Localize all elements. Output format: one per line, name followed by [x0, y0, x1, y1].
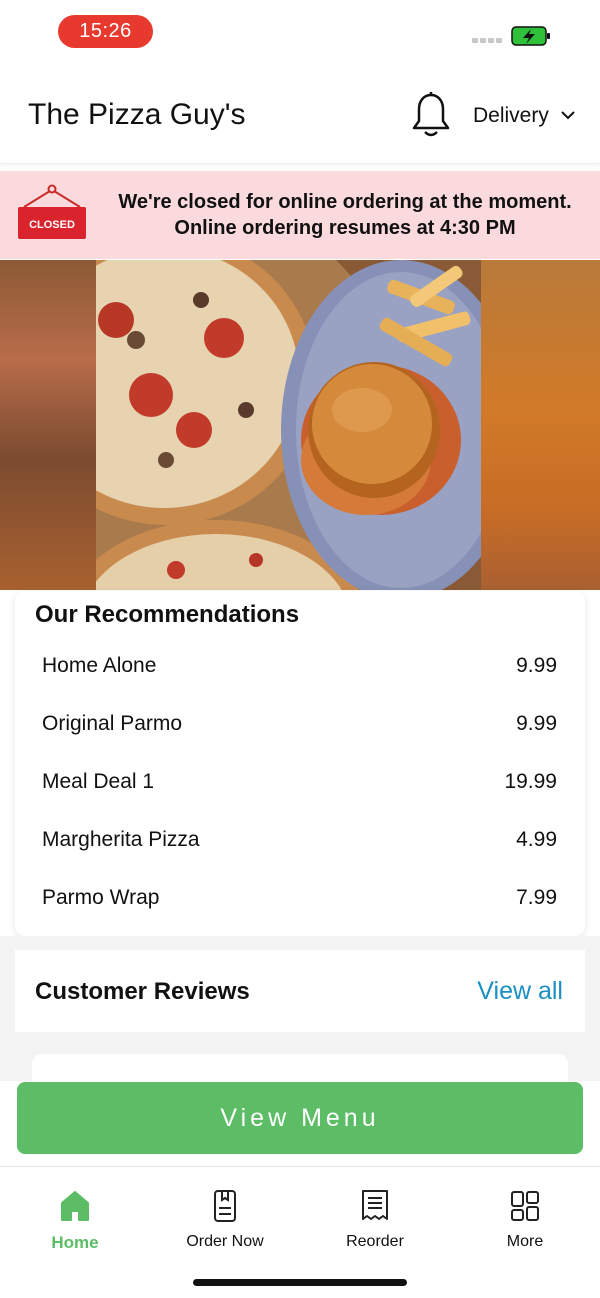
status-bar: 15:26 — [0, 0, 600, 64]
reviews-title: Customer Reviews — [35, 978, 250, 1005]
item-price: 9.99 — [516, 654, 557, 677]
recommendation-item[interactable]: Home Alone 9.99 — [42, 646, 557, 686]
item-name: Margherita Pizza — [42, 828, 200, 851]
recommendation-item[interactable]: Margherita Pizza 4.99 — [42, 820, 557, 860]
nav-item-order-now[interactable]: Order Now — [150, 1189, 300, 1259]
nav-label-home: Home — [51, 1233, 99, 1252]
signal-icon — [472, 38, 502, 44]
nav-label-more: More — [506, 1233, 544, 1250]
status-time: 15:26 — [58, 15, 153, 48]
recommendation-item[interactable]: Parmo Wrap 7.99 — [42, 878, 557, 918]
home-indicator[interactable] — [193, 1279, 407, 1286]
customer-reviews-header: Customer Reviews View all — [15, 950, 585, 1032]
recommendation-item[interactable]: Meal Deal 1 19.99 — [42, 762, 557, 802]
item-price: 4.99 — [516, 828, 557, 851]
nav-label-order-now: Order Now — [186, 1233, 264, 1250]
receipt-icon — [362, 1190, 388, 1220]
item-name: Parmo Wrap — [42, 886, 160, 909]
recommendation-item[interactable]: Original Parmo 9.99 — [42, 704, 557, 744]
hero-food-image — [0, 260, 600, 590]
grid-icon — [511, 1191, 539, 1221]
item-name: Home Alone — [42, 654, 157, 677]
view-menu-button[interactable]: View Menu — [17, 1082, 583, 1154]
closed-sign-text: CLOSED — [29, 219, 75, 231]
item-name: Meal Deal 1 — [42, 770, 155, 793]
hero-blur-right — [480, 260, 600, 590]
pizza-burger-photo — [96, 260, 481, 590]
closed-sign-icon: CLOSED — [18, 184, 86, 239]
item-price: 19.99 — [504, 770, 557, 793]
home-icon — [61, 1191, 89, 1221]
battery-charging-icon — [511, 26, 550, 46]
closed-message-line1: We're closed for online ordering at the … — [118, 191, 572, 213]
item-price: 7.99 — [516, 886, 557, 909]
item-name: Original Parmo — [42, 712, 183, 735]
app-header: The Pizza Guy's Delivery — [0, 64, 600, 164]
nav-item-more[interactable]: More — [450, 1189, 600, 1259]
bottom-navigation: Home Order Now Reorder More — [0, 1166, 600, 1298]
nav-label-reorder: Reorder — [346, 1233, 404, 1250]
delivery-mode-selector[interactable]: Delivery — [473, 104, 549, 128]
restaurant-name: The Pizza Guy's — [28, 98, 246, 131]
closed-message-line2: Online ordering resumes at 4:30 PM — [174, 217, 516, 239]
closed-message: We're closed for online ordering at the … — [105, 189, 585, 241]
item-price: 9.99 — [516, 712, 557, 735]
closed-banner: CLOSED We're closed for online ordering … — [0, 171, 600, 259]
bell-icon[interactable] — [410, 91, 452, 139]
recommendations-title: Our Recommendations — [35, 601, 300, 628]
view-all-reviews-link[interactable]: View all — [477, 977, 563, 1006]
nav-item-home[interactable]: Home — [0, 1189, 150, 1259]
nav-item-reorder[interactable]: Reorder — [300, 1189, 450, 1259]
recommendations-card: Our Recommendations Home Alone 9.99 Orig… — [15, 591, 585, 936]
hero-blur-left — [0, 260, 97, 590]
order-note-icon — [214, 1190, 236, 1222]
chevron-down-icon[interactable] — [560, 109, 576, 121]
